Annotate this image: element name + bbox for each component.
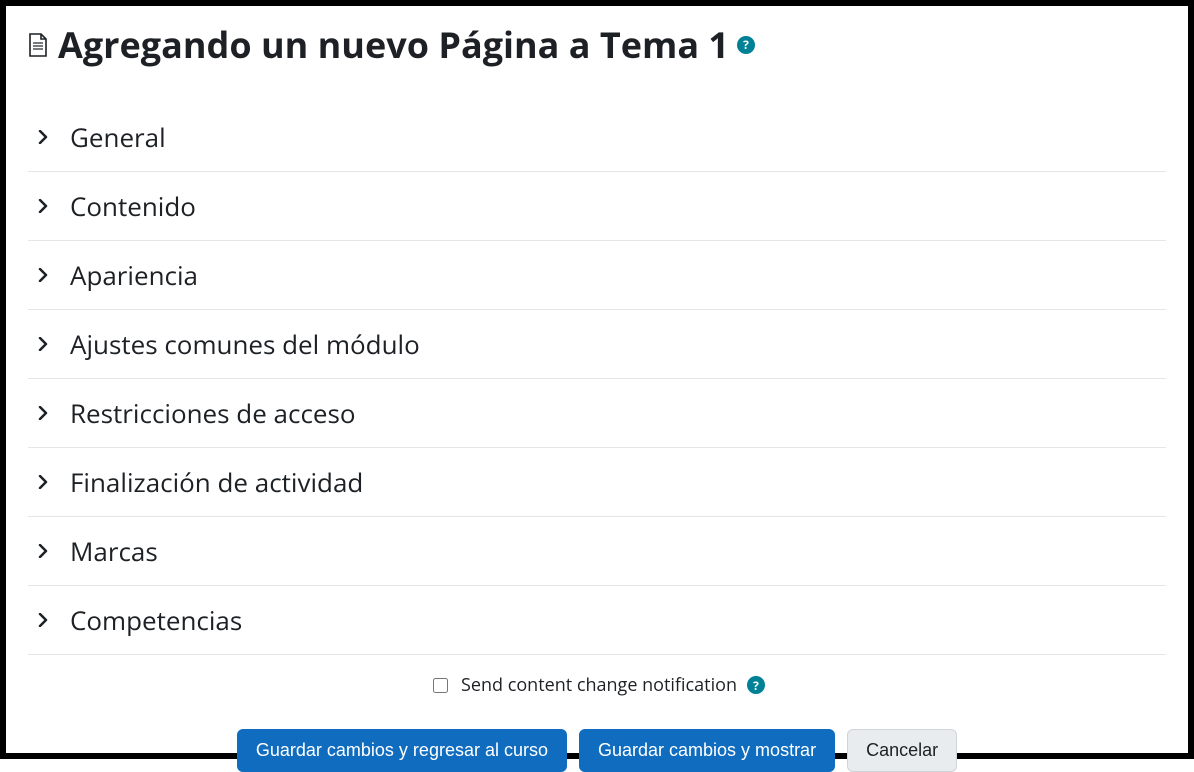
section-general[interactable]: General	[28, 103, 1166, 172]
page-title: Agregando un nuevo Página a Tema 1 ?	[28, 20, 1166, 69]
section-label: General	[70, 119, 166, 155]
notify-checkbox[interactable]	[433, 678, 448, 693]
help-icon[interactable]: ?	[747, 676, 765, 694]
actions-bar: Guardar cambios y regresar al curso Guar…	[28, 725, 1166, 772]
chevron-right-icon	[36, 613, 50, 627]
section-label: Marcas	[70, 533, 158, 569]
save-display-button[interactable]: Guardar cambios y mostrar	[579, 729, 835, 772]
section-label: Ajustes comunes del módulo	[70, 326, 420, 362]
section-marcas[interactable]: Marcas	[28, 517, 1166, 586]
chevron-right-icon	[36, 268, 50, 282]
chevron-right-icon	[36, 199, 50, 213]
section-label: Restricciones de acceso	[70, 395, 356, 431]
help-icon[interactable]: ?	[737, 36, 755, 54]
section-apariencia[interactable]: Apariencia	[28, 241, 1166, 310]
page-icon	[28, 33, 48, 57]
notify-row: Send content change notification ?	[28, 655, 1166, 725]
section-finalizacion[interactable]: Finalización de actividad	[28, 448, 1166, 517]
section-competencias[interactable]: Competencias	[28, 586, 1166, 655]
chevron-right-icon	[36, 406, 50, 420]
chevron-right-icon	[36, 337, 50, 351]
chevron-right-icon	[36, 130, 50, 144]
chevron-right-icon	[36, 475, 50, 489]
section-label: Competencias	[70, 602, 242, 638]
section-label: Finalización de actividad	[70, 464, 363, 500]
sections-list: General Contenido Apariencia Ajustes com…	[28, 103, 1166, 655]
section-contenido[interactable]: Contenido	[28, 172, 1166, 241]
cancel-button[interactable]: Cancelar	[847, 729, 957, 772]
save-return-button[interactable]: Guardar cambios y regresar al curso	[237, 729, 567, 772]
section-label: Contenido	[70, 188, 196, 224]
notify-label: Send content change notification	[461, 673, 737, 697]
chevron-right-icon	[36, 544, 50, 558]
section-ajustes-comunes[interactable]: Ajustes comunes del módulo	[28, 310, 1166, 379]
page-title-text: Agregando un nuevo Página a Tema 1	[58, 20, 729, 69]
section-restricciones[interactable]: Restricciones de acceso	[28, 379, 1166, 448]
section-label: Apariencia	[70, 257, 198, 293]
